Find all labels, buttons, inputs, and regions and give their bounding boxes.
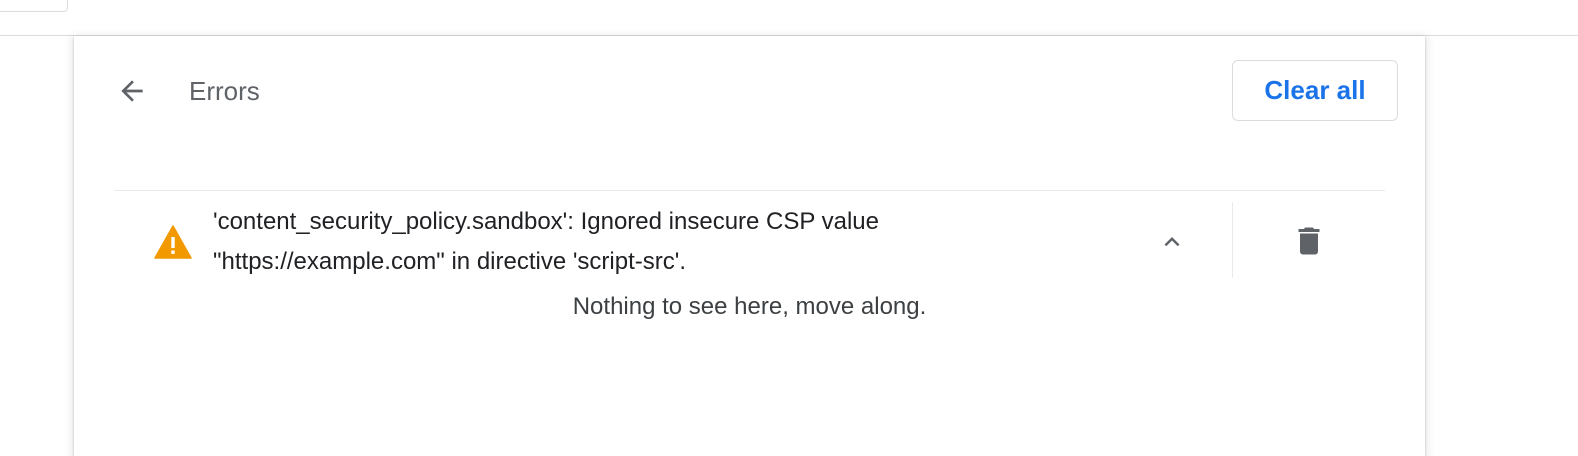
trash-icon — [1298, 227, 1320, 255]
error-message-line-2: "https://example.com" in directive 'scri… — [213, 248, 687, 275]
warning-icon — [154, 225, 192, 259]
chevron-up-icon — [1164, 237, 1180, 247]
error-list-item: 'content_security_policy.sandbox': Ignor… — [74, 202, 1425, 282]
delete-error-button[interactable] — [1289, 220, 1329, 262]
clear-all-button[interactable]: Clear all — [1232, 60, 1398, 121]
divider — [114, 190, 1385, 191]
error-details-empty-text: Nothing to see here, move along. — [572, 293, 927, 320]
vertical-separator — [1232, 202, 1233, 278]
collapse-error-button[interactable] — [1152, 222, 1192, 262]
toolbar-field-fragment — [0, 0, 68, 12]
errors-panel: Errors Clear all 'content_security_polic… — [74, 36, 1425, 456]
back-button[interactable] — [112, 71, 152, 111]
page-title: Errors — [189, 76, 260, 106]
error-message-line-1: 'content_security_policy.sandbox': Ignor… — [213, 208, 879, 235]
error-message: 'content_security_policy.sandbox': Ignor… — [213, 202, 973, 282]
errors-header: Errors Clear all — [74, 36, 1425, 146]
top-toolbar — [0, 0, 1578, 36]
arrow-back-icon — [121, 80, 143, 102]
